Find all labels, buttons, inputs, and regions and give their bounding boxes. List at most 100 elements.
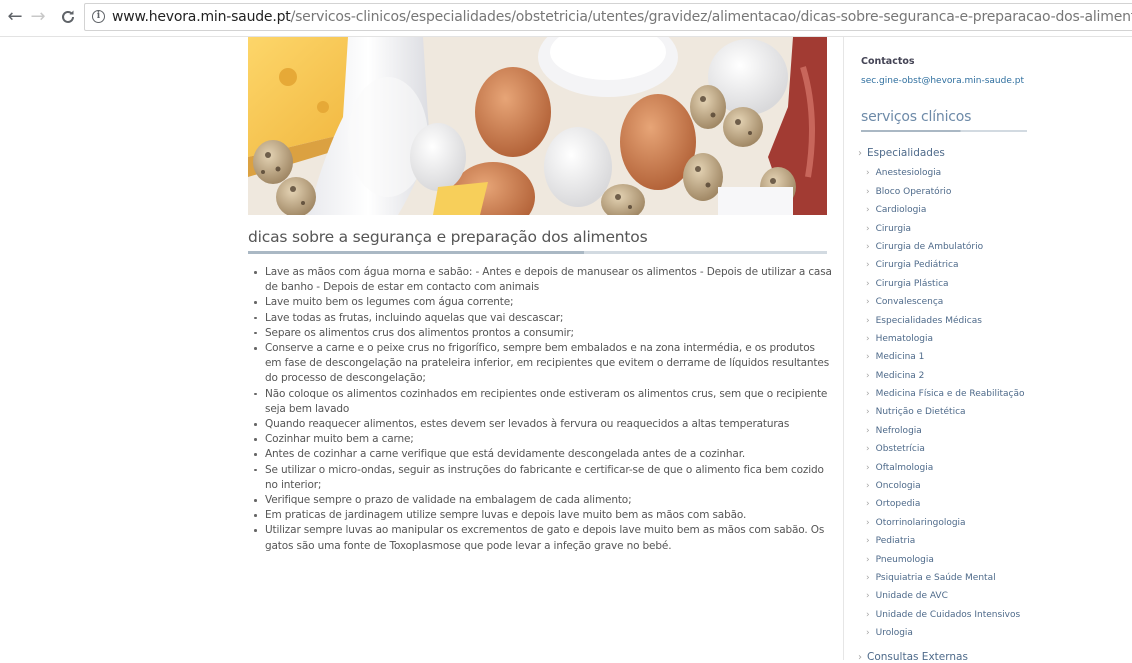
url-text[interactable]: www.hevora.min-saude.pt/servicos-clinico…: [112, 9, 1132, 25]
bullet-icon: [254, 316, 257, 320]
sidebar-item-label: Cirurgia Plástica: [875, 278, 949, 289]
tip-item: Quando reaquecer alimentos, estes devem …: [250, 417, 832, 432]
chevron-right-icon: ›: [866, 554, 870, 565]
bullet-icon: [254, 453, 257, 456]
chevron-right-icon: ›: [866, 297, 870, 308]
sidebar-item-label: Oftalmologia: [875, 462, 934, 473]
contacts-email-link[interactable]: sec.gine-obst@hevora.min-saude.pt: [861, 76, 1024, 86]
tip-text: Conserve a carne e o peixe crus no frigo…: [265, 342, 830, 385]
chevron-right-icon: ›: [866, 444, 870, 455]
sidebar-item-bloco-operatorio[interactable]: › Bloco Operatório: [858, 184, 1024, 202]
sidebar-item-label: Pediatria: [875, 536, 916, 547]
back-arrow-icon[interactable]: ←: [4, 6, 26, 28]
sidebar-item-label: Bloco Operatório: [875, 186, 952, 197]
sidebar-item-nefrologia[interactable]: › Nefrologia: [858, 423, 1024, 441]
bullet-icon: [254, 468, 257, 472]
sidebar-item-convalescenca[interactable]: › Convalescença: [858, 294, 1024, 312]
sidebar-item-hematologia[interactable]: › Hematologia: [858, 331, 1024, 349]
contacts-heading: Contactos: [861, 56, 915, 67]
tip-text: Cozinhar muito bem a carne;: [265, 433, 414, 446]
chevron-right-icon: ›: [866, 168, 870, 179]
sidebar-item-label: Hematologia: [875, 333, 933, 344]
tips-list: Lave as mãos com água morna e sabão: - A…: [250, 265, 832, 554]
bullet-icon: [254, 331, 257, 335]
tip-text: Quando reaquecer alimentos, estes devem …: [265, 418, 790, 431]
sidebar-item-unidade-de-cuidados-intensivos[interactable]: › Unidade de Cuidados Intensivos: [858, 607, 1024, 625]
sidebar-item-oncologia[interactable]: › Oncologia: [858, 478, 1024, 496]
sidebar-item-urologia[interactable]: › Urologia: [858, 625, 1024, 643]
tip-text: Lave as mãos com água morna e sabão: - A…: [265, 266, 832, 294]
chevron-right-icon: ›: [866, 315, 870, 326]
tip-text: Lave muito bem os legumes com água corre…: [265, 296, 514, 309]
tip-text: Verifique sempre o prazo de validade na …: [265, 494, 632, 507]
bullet-icon: [254, 347, 257, 350]
sidebar-item-especialidades[interactable]: › Especialidades: [858, 147, 1024, 165]
sidebar-item-medicina-2[interactable]: › Medicina 2: [858, 368, 1024, 386]
chevron-right-icon: ›: [866, 628, 870, 639]
chevron-right-icon: ›: [866, 186, 870, 197]
sidebar-item-nutricao-e-dietetica[interactable]: › Nutrição e Dietética: [858, 404, 1024, 422]
sidebar-item-especialidades-medicas[interactable]: › Especialidades Médicas: [858, 313, 1024, 331]
sidebar-item-cirurgia[interactable]: › Cirurgia: [858, 221, 1024, 239]
chevron-right-icon: ›: [866, 572, 870, 583]
tip-text: Não coloque os alimentos cozinhados em r…: [265, 387, 828, 415]
tip-item: Se utilizar o micro-ondas, seguir as ins…: [250, 463, 832, 493]
sidebar-item-consultas-externas[interactable]: › Consultas Externas: [858, 651, 968, 663]
chevron-right-icon: ›: [866, 223, 870, 234]
sidebar-item-cardiologia[interactable]: › Cardiologia: [858, 202, 1024, 220]
bullet-icon: [254, 301, 257, 304]
chevron-right-icon: ›: [858, 148, 862, 159]
tip-text: Em praticas de jardinagem utilize sempre…: [265, 509, 747, 522]
chevron-right-icon: ›: [866, 407, 870, 418]
tip-item: Lave as mãos com água morna e sabão: - A…: [250, 265, 832, 295]
sidebar-item-psiquiatria-e-saude-mental[interactable]: › Psiquiatria e Saúde Mental: [858, 570, 1024, 588]
sidebar-item-cirurgia-plastica[interactable]: › Cirurgia Plástica: [858, 276, 1024, 294]
sidebar-item-ortopedia[interactable]: › Ortopedia: [858, 496, 1024, 514]
chevron-right-icon: ›: [866, 241, 870, 252]
chevron-right-icon: ›: [866, 333, 870, 344]
sidebar-item-cirurgia-de-ambulatorio[interactable]: › Cirurgia de Ambulatório: [858, 239, 1024, 257]
tip-text: Antes de cozinhar a carne verifique que …: [265, 448, 746, 461]
chevron-right-icon: ›: [858, 652, 862, 663]
tip-text: Lave todas as frutas, incluindo aquelas …: [265, 311, 564, 324]
sidebar-item-medicina-fisica-e-de-reabilitacao[interactable]: › Medicina Física e de Reabilitação: [858, 386, 1024, 404]
bullet-icon: [254, 529, 257, 532]
sidebar-item-anestesiologia[interactable]: › Anestesiologia: [858, 165, 1024, 183]
sidebar-item-obstetricia[interactable]: › Obstetrícia: [858, 441, 1024, 459]
sidebar-item-label: Especialidades: [867, 147, 945, 159]
sidebar-item-cirurgia-pediatrica[interactable]: › Cirurgia Pediátrica: [858, 257, 1024, 275]
tip-item: Não coloque os alimentos cozinhados em r…: [250, 387, 832, 417]
site-info-icon[interactable]: i: [92, 10, 105, 23]
chevron-right-icon: ›: [866, 517, 870, 528]
chevron-right-icon: ›: [866, 370, 870, 381]
sidebar-item-label: Obstetrícia: [875, 444, 925, 455]
sidebar-item-label: Cirurgia de Ambulatório: [875, 241, 984, 252]
chevron-right-icon: ›: [866, 352, 870, 363]
sidebar-item-pediatria[interactable]: › Pediatria: [858, 533, 1024, 551]
tip-item: Cozinhar muito bem a carne;: [250, 432, 832, 447]
sidebar-item-otorrinolaringologia[interactable]: › Otorrinolaringologia: [858, 515, 1024, 533]
sidebar-item-medicina-1[interactable]: › Medicina 1: [858, 349, 1024, 367]
sidebar-item-unidade-de-avc[interactable]: › Unidade de AVC: [858, 588, 1024, 606]
chevron-right-icon: ›: [866, 609, 870, 620]
url-path: /servicos-clinicos/especialidades/obstet…: [290, 9, 1132, 25]
tip-item: Em praticas de jardinagem utilize sempre…: [250, 508, 832, 523]
sidebar-item-label: Anestesiologia: [875, 168, 942, 179]
chevron-right-icon: ›: [866, 591, 870, 602]
sidebar-item-pneumologia[interactable]: › Pneumologia: [858, 552, 1024, 570]
article-title: dicas sobre a segurança e preparação dos…: [248, 228, 648, 246]
hero-image-food: [248, 37, 827, 215]
reload-icon[interactable]: [57, 6, 79, 28]
sidebar-item-label: Unidade de Cuidados Intensivos: [875, 609, 1021, 620]
sidebar-divider: [843, 37, 844, 660]
chevron-right-icon: ›: [866, 260, 870, 271]
forward-arrow-icon[interactable]: →: [27, 6, 49, 28]
bullet-icon: [254, 392, 257, 396]
sidebar-item-label: Nutrição e Dietética: [875, 407, 966, 418]
address-bar[interactable]: i www.hevora.min-saude.pt/servicos-clini…: [84, 3, 1132, 31]
bullet-icon: [254, 423, 257, 426]
sidebar-item-oftalmologia[interactable]: › Oftalmologia: [858, 460, 1024, 478]
sidebar-item-label: Psiquiatria e Saúde Mental: [875, 572, 996, 583]
chevron-right-icon: ›: [866, 462, 870, 473]
chevron-right-icon: ›: [866, 205, 870, 216]
